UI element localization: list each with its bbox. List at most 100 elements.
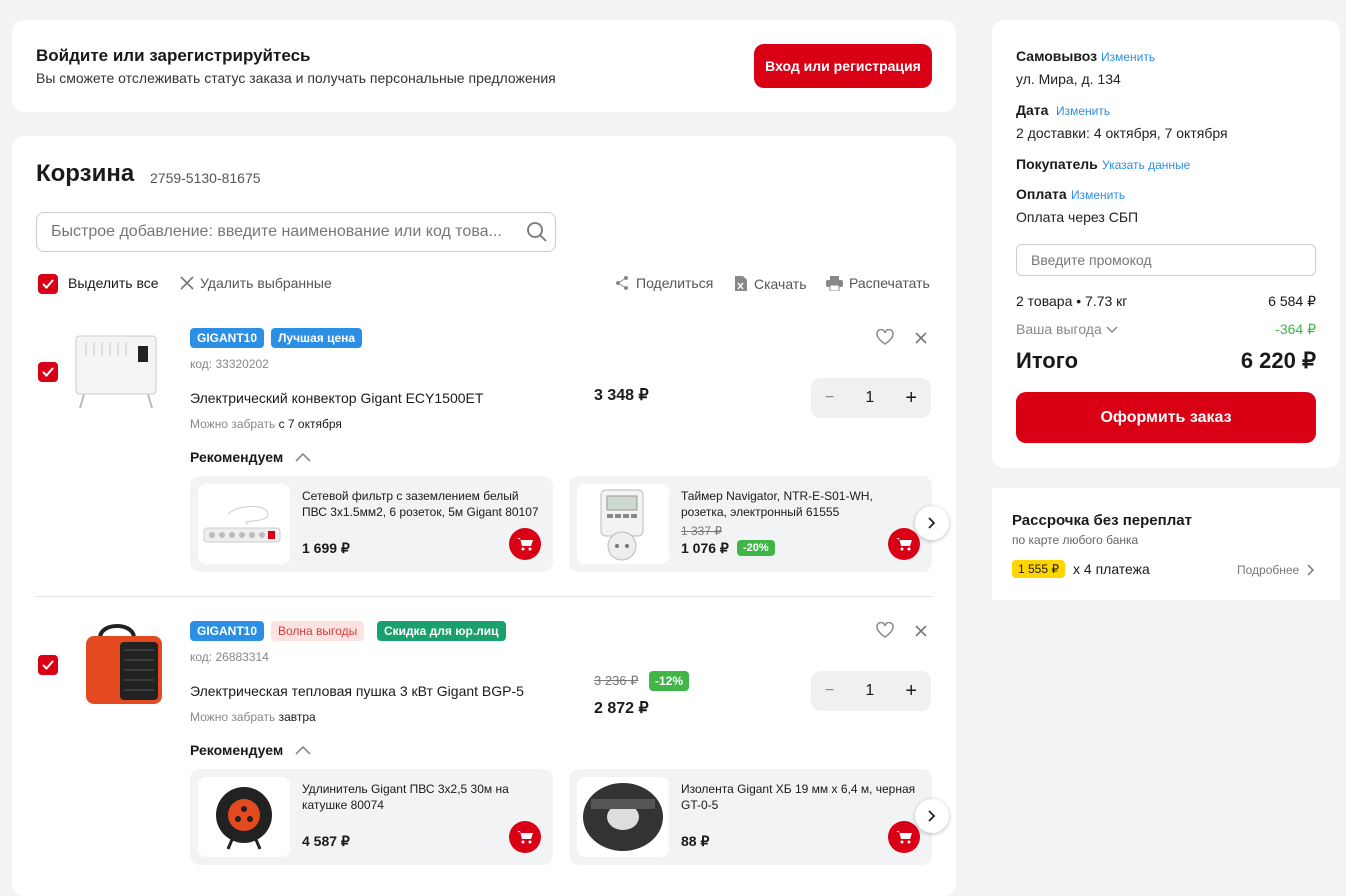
installment-subtitle: по карте любого банка [1012,533,1139,547]
benefit-sum: -364 ₽ [1275,321,1316,337]
print-button[interactable]: Распечатать [826,275,930,291]
remove-item-icon[interactable] [915,332,927,344]
pickup-label: Можно забрать [190,710,276,724]
recommended-product-card[interactable]: Удлинитель Gigant ПВС 3х2,5 30м на катуш… [190,769,553,865]
plus-button[interactable]: + [905,387,917,410]
pickup-label: Самовывоз [1016,48,1098,64]
recommend-label: Рекомендуем [190,742,284,758]
total-row: Итого 6 220 ₽ [1016,348,1316,374]
product-name[interactable]: Электрический конвектор Gigant ECY1500ET [190,390,483,406]
pickup-date: завтра [278,710,316,724]
total-sum: 6 220 ₽ [1240,348,1316,373]
recommended-price: 88 ₽ [681,833,710,849]
installment-times: х 4 платежа [1073,561,1150,577]
chevron-right-icon [928,517,936,529]
excel-file-icon [735,276,747,291]
pickup-info: Можно забрать завтра [190,710,316,724]
download-label: Скачать [754,275,807,292]
print-label: Распечатать [849,275,930,291]
goods-row: 2 товара • 7.73 кг 6 584 ₽ [1016,293,1316,310]
plus-button[interactable]: + [905,680,917,703]
item-checkbox[interactable] [38,655,58,675]
product-code: код: 33320202 [190,357,269,371]
chevron-down-icon [1106,326,1118,334]
discount-badge: -12% [649,671,690,691]
benefit-wave-tag: Волна выгоды [271,621,365,641]
heat-gun-product-image[interactable] [80,620,168,710]
recommended-product-card[interactable]: Таймер Navigator, NTR-E-S01-WH, розетка,… [569,476,932,572]
minus-button[interactable]: − [825,682,834,700]
legal-discount-tag: Скидка для юр.лиц [377,621,506,641]
recommended-name: Сетевой фильтр с заземлением белый ПВС 3… [302,489,539,519]
search-icon[interactable] [526,221,548,243]
power-strip-image [198,484,290,564]
recommend-toggle[interactable]: Рекомендуем [190,449,311,465]
delete-selected-label: Удалить выбранные [200,275,332,291]
payment-change-link[interactable]: Изменить [1071,188,1125,202]
quick-add-input[interactable]: Быстрое добавление: введите наименование… [36,212,556,252]
cart-panel: Корзина 2759-5130-81675 Быстрое добавлен… [12,136,956,896]
tape-roll-image [577,777,669,857]
best-price-tag: Лучшая цена [271,328,363,348]
convector-product-image[interactable] [72,332,168,412]
promo-code-input[interactable]: Введите промокод [1016,244,1316,276]
installment-more-link[interactable]: Подробнее [1237,563,1315,577]
quantity-value[interactable]: 1 [865,682,874,700]
installment-amount: 1 555 ₽ [1012,560,1065,578]
heart-icon[interactable] [876,622,894,638]
item-checkbox[interactable] [38,362,58,382]
old-price: 3 236 ₽ [594,673,639,688]
login-title: Войдите или зарегистрируйтесь [36,46,311,65]
date-change-link[interactable]: Изменить [1056,104,1110,118]
pickup-label: Можно забрать [190,417,276,431]
delete-selected-button[interactable]: Удалить выбранные [180,275,332,291]
login-button[interactable]: Вход или регистрация [754,44,932,88]
delivery-dates: 2 доставки: 4 октября, 7 октября [1016,125,1228,141]
product-name[interactable]: Электрическая тепловая пушка 3 кВт Gigan… [190,683,524,699]
total-label: Итого [1016,348,1079,373]
chevron-up-icon [295,452,311,462]
cart-icon [896,538,912,551]
add-to-cart-button[interactable] [888,821,920,853]
order-code: 2759-5130-81675 [150,170,261,186]
carousel-next-button[interactable] [915,799,949,833]
goods-label: 2 товара • 7.73 кг [1016,293,1128,309]
download-button[interactable]: Скачать [734,275,807,292]
recommended-old-price: 1 337 ₽ [681,524,722,538]
remove-item-icon[interactable] [915,625,927,637]
quantity-value[interactable]: 1 [865,389,874,407]
cart-icon [896,831,912,844]
pickup-change-link[interactable]: Изменить [1101,50,1155,64]
share-icon [616,276,628,290]
timer-socket-image [577,484,669,564]
benefit-row[interactable]: Ваша выгода -364 ₽ [1016,321,1316,338]
share-button[interactable]: Поделиться [614,275,713,291]
check-icon [42,367,54,377]
goods-sum: 6 584 ₽ [1268,293,1316,309]
recommended-product-card[interactable]: Сетевой фильтр с заземлением белый ПВС 3… [190,476,553,572]
check-icon [42,660,54,670]
installment-title: Рассрочка без переплат [1012,512,1192,529]
chevron-up-icon [295,745,311,755]
recommend-toggle[interactable]: Рекомендуем [190,742,311,758]
recommended-price: 1 076 ₽ [681,540,729,556]
buyer-link[interactable]: Указать данные [1102,158,1190,172]
add-to-cart-button[interactable] [509,821,541,853]
recommended-price: 1 699 ₽ [302,540,350,556]
heart-icon[interactable] [876,329,894,345]
benefit-label[interactable]: Ваша выгода [1016,321,1118,338]
checkout-button[interactable]: Оформить заказ [1016,392,1316,443]
carousel-next-button[interactable] [915,506,949,540]
add-to-cart-button[interactable] [509,528,541,560]
recommended-product-card[interactable]: Изолента Gigant ХБ 19 мм х 6,4 м, черная… [569,769,932,865]
recommended-name: Таймер Navigator, NTR-E-S01-WH, розетка,… [681,489,873,519]
minus-button[interactable]: − [825,389,834,407]
add-to-cart-button[interactable] [888,528,920,560]
chevron-right-icon [928,810,936,822]
select-all-label[interactable]: Выделить все [68,275,159,291]
select-all-checkbox[interactable] [38,274,58,294]
pickup-date: с 7 октября [278,417,342,431]
recommended-price: 4 587 ₽ [302,833,350,849]
close-icon [180,276,194,290]
printer-icon [826,275,843,291]
